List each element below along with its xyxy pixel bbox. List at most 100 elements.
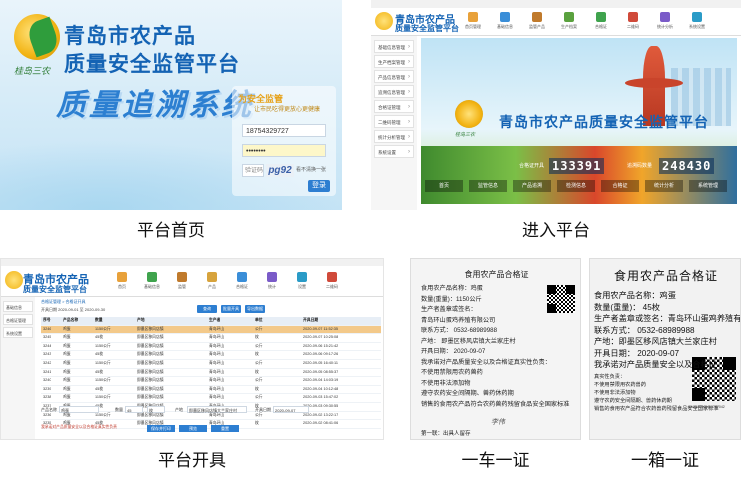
table-cell: 青岛环山 <box>209 386 225 391</box>
table-cell: 2020-09-04 10:12:48 <box>303 386 339 391</box>
table-cell: 1150公斤 <box>95 395 111 400</box>
table-cell: 1150公斤 <box>95 326 111 331</box>
captcha-refresh-link[interactable]: 看不清换一张 <box>296 166 326 173</box>
table-cell: 鸡蛋 <box>63 352 71 357</box>
chevron-right-icon: › <box>408 59 410 65</box>
table-cell: 3246 <box>43 326 52 331</box>
sidebar-item[interactable]: 统计分析管理 › <box>374 130 414 143</box>
product-icon <box>207 272 217 282</box>
sidebar-item[interactable]: 系统设置 <box>3 327 33 338</box>
table-row[interactable]: 3240 鸡蛋 1150公斤 即墨区移风店镇 青岛环山 公斤 2020-09-04 14:0… <box>41 377 381 386</box>
banner-brand: 桂岛三农 <box>455 132 476 138</box>
table-row[interactable]: 3245 鸡蛋 45枚 即墨区移风店镇 青岛环山 枚 2020-09-07 10:25:08 <box>41 334 381 343</box>
table-cell: 2020-09-06 15:21:42 <box>303 343 339 348</box>
table-cell: 3239 <box>43 386 52 391</box>
nav-item-2[interactable]: 基础信息 <box>493 12 517 30</box>
nav-item-2[interactable]: 基础信息 <box>139 272 165 290</box>
date-input[interactable]: 2020-09-07 <box>273 406 309 413</box>
table-row[interactable]: 3242 鸡蛋 1150公斤 即墨区移风店镇 青岛环山 公斤 2020-09-05 16:4… <box>41 360 381 369</box>
bottom-tab[interactable]: 监管信息 <box>469 180 507 192</box>
sidebar-item[interactable]: 系统设置 › <box>374 145 414 158</box>
chevron-right-icon: › <box>408 74 410 80</box>
bottom-tab[interactable]: 产品追溯 <box>513 180 551 192</box>
produce-image <box>421 146 737 204</box>
unit-select[interactable]: 枚 <box>147 406 165 413</box>
reset-button[interactable]: 重置 <box>211 425 239 432</box>
chevron-right-icon: › <box>408 134 410 140</box>
export-button[interactable]: 导出数据 <box>245 305 265 313</box>
nav-item-5[interactable]: 合格证 <box>589 12 613 30</box>
captcha-image[interactable]: pg92 <box>266 164 294 177</box>
table-cell: 生产者 <box>209 318 221 322</box>
qty-input[interactable]: 45 <box>125 406 143 413</box>
table-row[interactable]: 3246 鸡蛋 1150公斤 即墨区移风店镇 青岛环山 公斤 2020-09-07 11:5… <box>41 325 381 335</box>
table-cell: 公斤 <box>255 326 263 331</box>
table-cell: 青岛环山 <box>209 343 225 348</box>
sidebar-item[interactable]: 基础信息 <box>3 301 33 312</box>
sidebar-item[interactable]: 生产档案管理 › <box>374 55 414 68</box>
bottom-tab[interactable]: 合格证 <box>601 180 639 192</box>
table-cell: 序号 <box>43 318 51 322</box>
password-input[interactable]: •••••••• <box>242 144 326 157</box>
browser-top-bar <box>371 0 741 8</box>
nav-item-7[interactable]: 设置 <box>289 272 315 290</box>
landmark-ring <box>625 78 683 88</box>
place-input[interactable]: 即墨区移风店镇大兰家庄村 <box>187 406 247 413</box>
breadcrumb: 合格证管理 > 合格证开具 <box>41 299 86 304</box>
product-select[interactable]: 鸡蛋 <box>59 406 99 413</box>
nav-item-8[interactable]: 二维码 <box>319 272 345 290</box>
bottom-tab[interactable]: 系统管理 <box>689 180 727 192</box>
table-cell: 鸡蛋 <box>63 395 71 400</box>
signature: 李伟 <box>491 418 505 426</box>
batch-issue-button[interactable]: 批量开具 <box>221 305 241 313</box>
nav-item-1[interactable]: 首页管理 <box>461 12 485 30</box>
table-header: 序号 产品名称 数量 产地 生产者 单位 开具日期 <box>41 317 381 326</box>
sidebar-item[interactable]: 产品信息管理 › <box>374 70 414 83</box>
table-row[interactable]: 3243 鸡蛋 45枚 即墨区移风店镇 青岛环山 枚 2020-09-06 09:17:26 <box>41 351 381 360</box>
qrcode-icon <box>327 272 337 282</box>
table-row[interactable]: 3239 鸡蛋 45枚 即墨区移风店镇 青岛环山 枚 2020-09-04 10:12:48 <box>41 386 381 395</box>
browser-top-bar <box>1 259 383 266</box>
table-row[interactable]: 3238 鸡蛋 1150公斤 即墨区移风店镇 青岛环山 公斤 2020-09-03 15:4… <box>41 394 381 403</box>
nav-item-5[interactable]: 合格证 <box>229 272 255 290</box>
table-cell: 即墨区移风店镇 <box>137 343 164 348</box>
sidebar-item[interactable]: 合格证管理 <box>3 314 33 325</box>
nav-item-3[interactable]: 监管产品 <box>525 12 549 30</box>
chevron-right-icon: › <box>408 44 410 50</box>
supervise-icon <box>177 272 187 282</box>
nav-item-4[interactable]: 产品 <box>199 272 225 290</box>
save-print-button[interactable]: 保存并打印 <box>147 425 175 432</box>
bottom-tab[interactable]: 统计分析 <box>645 180 683 192</box>
chevron-right-icon: › <box>408 89 410 95</box>
box-certificate-photo: 食用农产品合格证 1240663604115707042 食用农产品名称：鸡蛋数… <box>589 258 741 440</box>
bottom-tab[interactable]: 首页 <box>425 180 463 192</box>
nav-item-3[interactable]: 监管 <box>169 272 195 290</box>
login-button[interactable]: 登录 <box>308 180 330 192</box>
nav-item-7[interactable]: 统计分析 <box>653 12 677 30</box>
table-cell: 2020-09-02 08:41:06 <box>303 421 339 426</box>
home-icon <box>468 12 478 22</box>
nav-item-1[interactable]: 首页 <box>109 272 135 290</box>
table-row[interactable]: 3241 鸡蛋 45枚 即墨区移风店镇 青岛环山 枚 2020-09-05 08:55:37 <box>41 369 381 378</box>
nav-item-8[interactable]: 系统设置 <box>685 12 709 30</box>
nav-item-4[interactable]: 生产档案 <box>557 12 581 30</box>
sidebar-item[interactable]: 二维码管理 › <box>374 115 414 128</box>
nav-item-6[interactable]: 二维码 <box>621 12 645 30</box>
certificate-line: 联系方式： 0532-68989988 <box>594 325 695 335</box>
login-box: 为安全监管 让市民吃得更放心更健康 18754329727 •••••••• 验… <box>232 86 336 196</box>
preview-button[interactable]: 预览 <box>179 425 207 432</box>
sidebar-item[interactable]: 追溯信息管理 › <box>374 85 414 98</box>
login-title-line1: 青岛市农产品 <box>64 25 196 48</box>
certificate-line: 数量(重量)：1150公斤 <box>421 295 482 303</box>
nav-item-6[interactable]: 统计 <box>259 272 285 290</box>
username-input[interactable]: 18754329727 <box>242 124 326 137</box>
sidebar-item[interactable]: 合格证管理 › <box>374 100 414 113</box>
sidebar-item[interactable]: 基础信息管理 › <box>374 40 414 53</box>
captcha-input[interactable]: 验证码 <box>242 164 264 177</box>
date-filter[interactable]: 开具日期 2020-09-01 至 2020-09-30 <box>41 307 105 313</box>
certificate-line: 销售的食用农产品符合农药兽药残留食品安全国家标准 <box>594 406 719 412</box>
bottom-tab[interactable]: 检测信息 <box>557 180 595 192</box>
certificate-line: 我承诺对产品质量安全以及合格证真实性负责： <box>421 358 551 366</box>
search-button[interactable]: 查询 <box>197 305 217 313</box>
table-row[interactable]: 3244 鸡蛋 1150公斤 即墨区移风店镇 青岛环山 公斤 2020-09-06 15:2… <box>41 343 381 352</box>
